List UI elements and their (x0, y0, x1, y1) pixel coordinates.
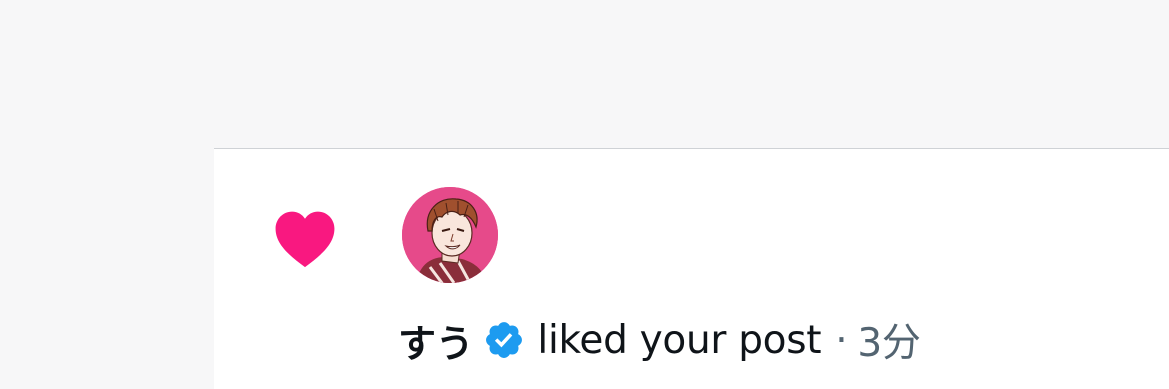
user-name[interactable]: すう (398, 313, 474, 368)
avatar[interactable] (402, 187, 498, 283)
verified-badge-icon (486, 322, 523, 358)
separator-dot: · (835, 317, 848, 363)
like-notification[interactable]: すう liked your post · 3分 (214, 148, 1169, 389)
top-empty-area (0, 0, 1169, 148)
heart-icon (275, 211, 335, 268)
action-text: liked your post (537, 317, 822, 363)
timestamp: 3分 (857, 321, 921, 366)
notification-text: すう liked your post · 3分 (398, 317, 921, 367)
